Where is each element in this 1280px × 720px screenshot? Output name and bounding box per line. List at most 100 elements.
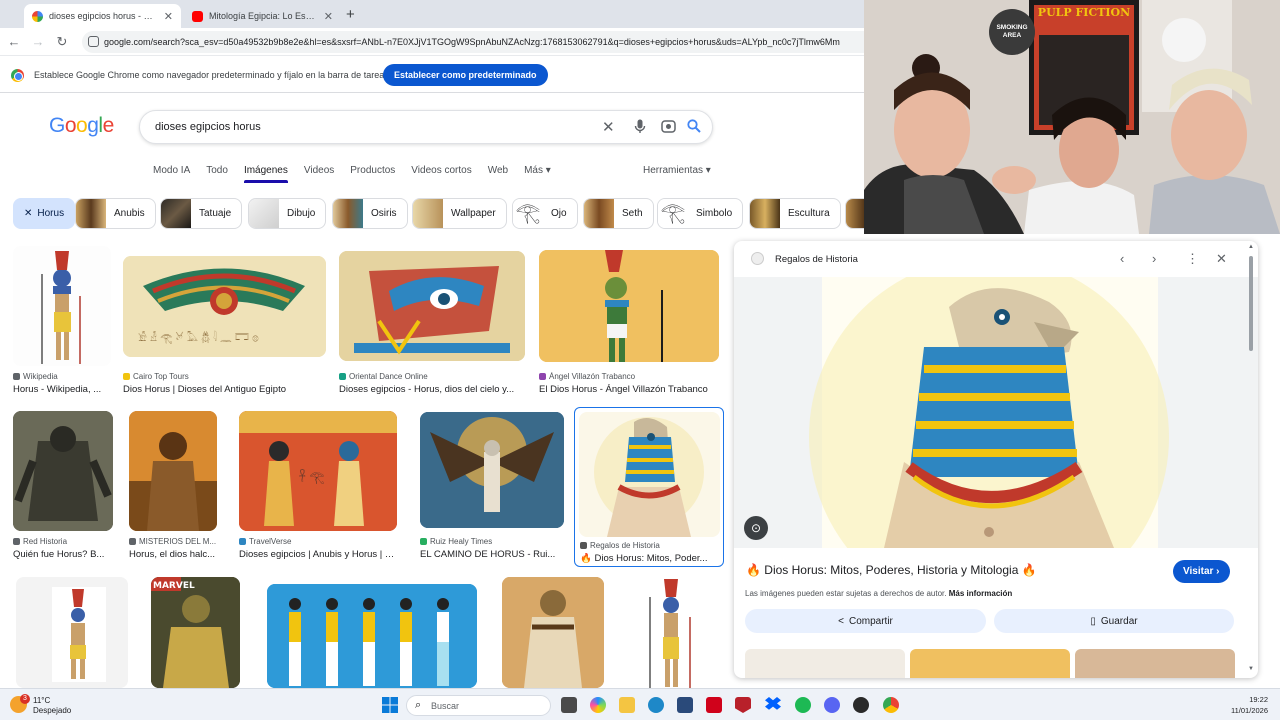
- result-item[interactable]: 𓋹 𓂀 TravelVerse Dioses egipcios | Anubis…: [239, 411, 397, 563]
- previous-icon[interactable]: ‹: [1120, 251, 1124, 266]
- nav-mas[interactable]: Más ▾: [524, 165, 551, 185]
- app-icon[interactable]: [706, 697, 722, 713]
- scroll-down-icon[interactable]: ▼: [1248, 666, 1254, 672]
- result-item[interactable]: Ruiz Healy Times EL CAMINO DE HORUS - Ru…: [420, 412, 564, 563]
- nav-videos[interactable]: Videos: [304, 165, 334, 185]
- chip-seth[interactable]: Seth: [583, 198, 654, 229]
- more-options-icon[interactable]: ⋮: [1186, 251, 1199, 267]
- copilot-icon[interactable]: [590, 697, 606, 713]
- chip-ojo[interactable]: 𓂀 Ojo: [512, 198, 578, 229]
- chip-tatuaje[interactable]: Tatuaje: [160, 198, 243, 229]
- store-icon[interactable]: [677, 697, 693, 713]
- more-info-link[interactable]: Más información: [949, 589, 1013, 598]
- result-title[interactable]: Horus - Wikipedia, ...: [13, 384, 111, 395]
- result-item[interactable]: Oriental Dance Online Dioses egipcios - …: [339, 251, 525, 396]
- chip-osiris[interactable]: Osiris: [332, 198, 408, 229]
- related-image[interactable]: [910, 649, 1070, 678]
- scrollbar-thumb[interactable]: [1249, 256, 1253, 351]
- result-title[interactable]: Dios Horus | Dioses del Antiguo Egipto: [123, 384, 326, 395]
- search-icon[interactable]: [687, 119, 701, 136]
- result-image[interactable]: [13, 246, 111, 366]
- file-explorer-icon[interactable]: [619, 697, 635, 713]
- forward-icon[interactable]: →: [30, 34, 46, 49]
- result-item[interactable]: MISTERIOS DEL M... Horus, el dios halc..…: [129, 411, 217, 563]
- visual-search-icon[interactable]: ⊙: [744, 516, 768, 540]
- result-title[interactable]: El Dios Horus - Ángel Villazón Trabanco: [539, 384, 719, 395]
- result-item[interactable]: [16, 577, 128, 688]
- dropbox-icon[interactable]: [765, 697, 781, 710]
- result-item[interactable]: Ángel Villazón Trabanco El Dios Horus - …: [539, 250, 719, 396]
- chip-simbolo[interactable]: 𓂀 Simbolo: [657, 198, 744, 229]
- discord-icon[interactable]: [824, 697, 840, 713]
- chip-horus[interactable]: ✕ Horus: [13, 198, 76, 229]
- obs-icon[interactable]: [853, 697, 869, 713]
- system-clock[interactable]: 19:22 11/01/2026: [1231, 694, 1268, 716]
- panel-title[interactable]: 🔥 Dios Horus: Mitos, Poderes, Historia y…: [746, 563, 1037, 577]
- related-image[interactable]: [1075, 649, 1235, 678]
- result-item[interactable]: [502, 577, 604, 688]
- shield-app-icon[interactable]: [735, 697, 751, 713]
- result-title[interactable]: EL CAMINO DE HORUS - Rui...: [420, 549, 564, 560]
- scroll-up-icon[interactable]: ▲: [1248, 244, 1254, 250]
- lens-icon[interactable]: [661, 119, 676, 137]
- nav-productos[interactable]: Productos: [350, 165, 395, 185]
- nav-web[interactable]: Web: [488, 165, 508, 185]
- nav-videos-cortos[interactable]: Videos cortos: [411, 165, 471, 185]
- tab-google-search[interactable]: dioses egipcios horus - Buscar ✕: [24, 4, 181, 28]
- panel-source-name[interactable]: Regalos de Historia: [775, 254, 858, 265]
- address-bar[interactable]: google.com/search?sca_esv=d50a49532b9b8e…: [82, 31, 864, 53]
- chrome-icon[interactable]: [883, 697, 899, 713]
- tools-button[interactable]: Herramientas ▾: [643, 165, 711, 176]
- result-item[interactable]: [267, 584, 477, 688]
- result-title[interactable]: 🔥 Dios Horus: Mitos, Poder...: [580, 553, 720, 564]
- result-title[interactable]: Dioses egipcios - Horus, dios del cielo …: [339, 384, 525, 395]
- site-info-icon[interactable]: [88, 36, 99, 47]
- reload-icon[interactable]: ↻: [54, 34, 70, 50]
- clear-icon[interactable]: ✕: [602, 118, 615, 136]
- result-image[interactable]: [420, 412, 564, 528]
- result-title[interactable]: Quién fue Horus? B...: [13, 549, 113, 560]
- nav-todo[interactable]: Todo: [206, 165, 228, 185]
- visit-button[interactable]: Visitar ›: [1173, 560, 1230, 583]
- result-item[interactable]: Wikipedia Horus - Wikipedia, ...: [13, 246, 111, 396]
- windows-start-icon[interactable]: [382, 697, 398, 713]
- result-image[interactable]: [539, 250, 719, 362]
- result-image[interactable]: [16, 577, 128, 688]
- result-item[interactable]: 𓀀 𓁐 𓂀 𓃾 𓅓 𓆣 𓇋 𓈖 𓉐 𓊖 Cairo Top Tours Dios…: [123, 256, 326, 396]
- preview-image[interactable]: [734, 257, 1258, 617]
- task-view-icon[interactable]: [561, 697, 577, 713]
- search-input[interactable]: dioses egipcios horus: [155, 121, 261, 133]
- taskbar-search[interactable]: ⌕ Buscar: [406, 695, 551, 716]
- result-image[interactable]: 𓀀 𓁐 𓂀 𓃾 𓅓 𓆣 𓇋 𓈖 𓉐 𓊖: [123, 256, 326, 357]
- result-item-selected[interactable]: Regalos de Historia 🔥 Dios Horus: Mitos,…: [574, 407, 724, 567]
- result-item[interactable]: Red Historia Quién fue Horus? B...: [13, 411, 113, 563]
- result-image[interactable]: [13, 411, 113, 531]
- search-box[interactable]: dioses egipcios horus ✕: [139, 110, 713, 144]
- chip-more[interactable]: [845, 198, 865, 229]
- chip-wallpaper[interactable]: Wallpaper: [412, 198, 507, 229]
- new-tab-icon[interactable]: +: [346, 6, 355, 23]
- next-icon[interactable]: ›: [1152, 251, 1156, 266]
- share-button[interactable]: < Compartir: [745, 609, 986, 633]
- result-image[interactable]: [267, 584, 477, 688]
- close-tab-icon[interactable]: ✕: [164, 10, 173, 23]
- nav-imagenes[interactable]: Imágenes: [243, 165, 288, 185]
- result-title[interactable]: Horus, el dios halc...: [129, 549, 217, 560]
- result-image[interactable]: [339, 251, 525, 361]
- google-logo[interactable]: Google: [49, 114, 114, 138]
- result-image[interactable]: [502, 577, 604, 688]
- chip-escultura[interactable]: Escultura: [749, 198, 841, 229]
- back-icon[interactable]: ←: [6, 34, 22, 49]
- nav-modo-ia[interactable]: Modo IA: [153, 165, 190, 185]
- result-title[interactable]: Dioses egipcios | Anubis y Horus | T...: [239, 549, 397, 560]
- microphone-icon[interactable]: [634, 119, 646, 137]
- panel-scrollbar[interactable]: ▲ ▼: [1248, 244, 1254, 674]
- result-item[interactable]: [624, 577, 719, 688]
- tab-youtube[interactable]: Mitología Egipcia: Lo Esencial - ✕: [184, 4, 341, 28]
- edge-icon[interactable]: [648, 697, 664, 713]
- close-panel-icon[interactable]: ✕: [1216, 251, 1227, 267]
- result-item[interactable]: MARVEL: [151, 577, 240, 688]
- set-default-button[interactable]: Establecer como predeterminado: [383, 64, 548, 86]
- spotify-icon[interactable]: [795, 697, 811, 713]
- result-image[interactable]: 𓋹 𓂀: [239, 411, 397, 531]
